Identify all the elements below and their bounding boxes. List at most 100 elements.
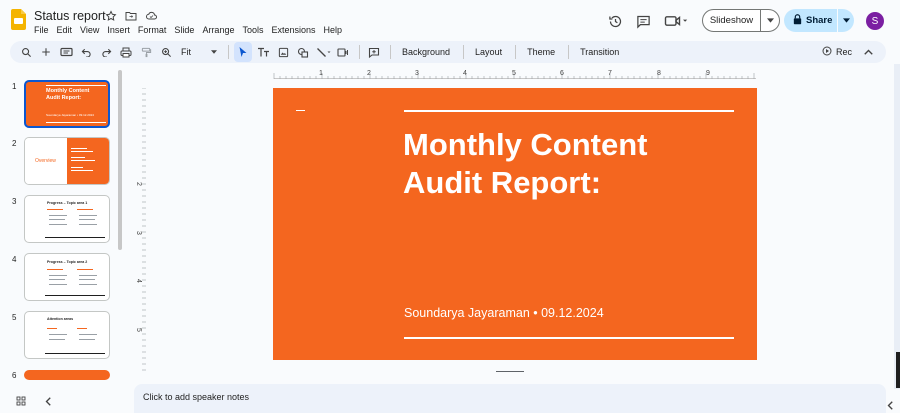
thumb-line: [77, 269, 93, 270]
undo-icon[interactable]: [77, 42, 95, 62]
slide-thumbnail-6[interactable]: [24, 370, 110, 380]
share-label[interactable]: Share: [806, 15, 832, 26]
thumb-number: 4: [12, 255, 17, 264]
speaker-notes-placeholder[interactable]: Click to add speaker notes: [143, 392, 249, 402]
slide-thumbnail-1[interactable]: Monthly Content Audit Report: Soundarya …: [24, 80, 110, 128]
menu-tools[interactable]: Tools: [238, 24, 267, 36]
zoom-value: Fit: [181, 47, 191, 57]
zoom-select[interactable]: Fit: [177, 42, 221, 62]
new-slide-layout-icon[interactable]: [57, 42, 75, 62]
ruler-label: 7: [608, 70, 612, 77]
expand-side-panel-chevron-left-icon[interactable]: [884, 399, 896, 411]
thumb-title: Progress – Topic area 1: [47, 201, 88, 205]
filmstrip-scrollbar[interactable]: [118, 70, 122, 250]
slide-thumbnail-4[interactable]: Progress – Topic area 2: [24, 253, 110, 301]
move-to-folder-icon[interactable]: [124, 9, 138, 23]
add-comment-icon[interactable]: [365, 42, 383, 62]
video-layout-icon[interactable]: [334, 42, 352, 62]
notes-resize-handle[interactable]: [496, 371, 524, 372]
thumb-title: Overview: [35, 158, 56, 164]
thumb-line: [47, 209, 63, 210]
menu-file[interactable]: File: [30, 24, 53, 36]
share-button[interactable]: Share: [784, 9, 854, 32]
transition-button[interactable]: Transition: [574, 42, 625, 62]
select-cursor-icon[interactable]: [234, 42, 252, 62]
toolbar-divider: [228, 45, 229, 59]
slide-title[interactable]: Monthly Content Audit Report:: [403, 126, 743, 202]
thumb-line: [79, 215, 97, 216]
slideshow-options-chevron-down-icon[interactable]: [761, 18, 779, 23]
print-icon[interactable]: [117, 42, 135, 62]
menu-view[interactable]: View: [76, 24, 103, 36]
thumb-line: [79, 339, 95, 340]
thumb-line: [79, 279, 95, 280]
text-box-icon[interactable]: [254, 42, 272, 62]
ruler-label: 4: [135, 279, 142, 283]
background-button[interactable]: Background: [396, 42, 456, 62]
slide-thumbnail-3[interactable]: Progress – Topic area 1: [24, 195, 110, 243]
rec-label: Rec: [835, 47, 852, 57]
paint-format-icon[interactable]: [137, 42, 155, 62]
speaker-notes-panel[interactable]: Click to add speaker notes: [134, 384, 886, 413]
slide-bottom-rule: [404, 337, 734, 339]
collapse-toolbar-chevron-up-icon[interactable]: [860, 44, 876, 60]
menu-arrange[interactable]: Arrange: [198, 24, 238, 36]
menu-extensions[interactable]: Extensions: [267, 24, 319, 36]
share-options-chevron-down-icon[interactable]: [838, 18, 854, 23]
document-title[interactable]: Status report: [34, 9, 106, 23]
thumb-line: [49, 334, 67, 335]
grid-view-icon[interactable]: [15, 395, 27, 407]
menu-help[interactable]: Help: [320, 24, 347, 36]
thumb-line: [71, 167, 83, 168]
search-menus-icon[interactable]: [17, 42, 35, 62]
comments-icon[interactable]: [632, 10, 654, 32]
thumb-line: [79, 219, 95, 220]
insert-image-icon[interactable]: [274, 42, 292, 62]
thumb-line: [71, 170, 93, 171]
theme-button[interactable]: Theme: [521, 42, 561, 62]
current-slide[interactable]: Monthly Content Audit Report: Soundarya …: [273, 88, 757, 360]
redo-icon[interactable]: [97, 42, 115, 62]
thumb-title: Monthly Content Audit Report:: [46, 88, 90, 101]
cloud-saved-icon[interactable]: [144, 9, 158, 23]
slides-logo-icon[interactable]: [11, 9, 26, 30]
menu-bar: File Edit View Insert Format Slide Arran…: [30, 24, 346, 36]
ruler-label: 5: [135, 328, 142, 332]
slide-top-rule: [404, 110, 734, 112]
slideshow-label[interactable]: Slideshow: [703, 15, 760, 26]
thumb-line: [49, 279, 65, 280]
thumb-rule: [46, 85, 106, 86]
menu-edit[interactable]: Edit: [53, 24, 77, 36]
collapse-filmstrip-chevron-left-icon[interactable]: [42, 395, 54, 407]
thumb-title: Attention areas: [47, 317, 74, 321]
ruler-label: 2: [135, 182, 142, 186]
meet-video-icon[interactable]: [662, 10, 690, 32]
thumb-line: [79, 334, 97, 335]
layout-button[interactable]: Layout: [469, 42, 508, 62]
zoom-icon[interactable]: [157, 42, 175, 62]
slide-subtitle[interactable]: Soundarya Jayaraman • 09.12.2024: [404, 306, 604, 320]
thumb-title: Progress – Topic area 2: [47, 260, 88, 264]
line-icon[interactable]: [314, 42, 332, 62]
version-history-icon[interactable]: [604, 10, 626, 32]
side-panel-edge: [896, 352, 900, 388]
thumb-rule: [45, 237, 105, 238]
toolbar-divider: [568, 45, 570, 59]
slide-thumbnail-2[interactable]: Overview: [24, 137, 110, 185]
menu-insert[interactable]: Insert: [103, 24, 134, 36]
thumb-line: [79, 275, 97, 276]
shape-icon[interactable]: [294, 42, 312, 62]
thumb-subtitle: Soundarya Jayaraman • 09.12.2024: [46, 113, 94, 117]
menu-slide[interactable]: Slide: [170, 24, 198, 36]
new-slide-plus-icon[interactable]: [37, 42, 55, 62]
ruler-label: 8: [657, 70, 661, 77]
ruler-label: 3: [415, 70, 419, 77]
menu-format[interactable]: Format: [134, 24, 171, 36]
slide-thumbnail-5[interactable]: Attention areas: [24, 311, 110, 359]
slideshow-button[interactable]: Slideshow: [702, 9, 780, 32]
star-icon[interactable]: [104, 9, 118, 23]
ruler-label: 1: [319, 70, 323, 77]
rec-button[interactable]: Rec: [822, 41, 852, 63]
thumb-line: [49, 215, 67, 216]
user-avatar[interactable]: S: [866, 12, 884, 30]
